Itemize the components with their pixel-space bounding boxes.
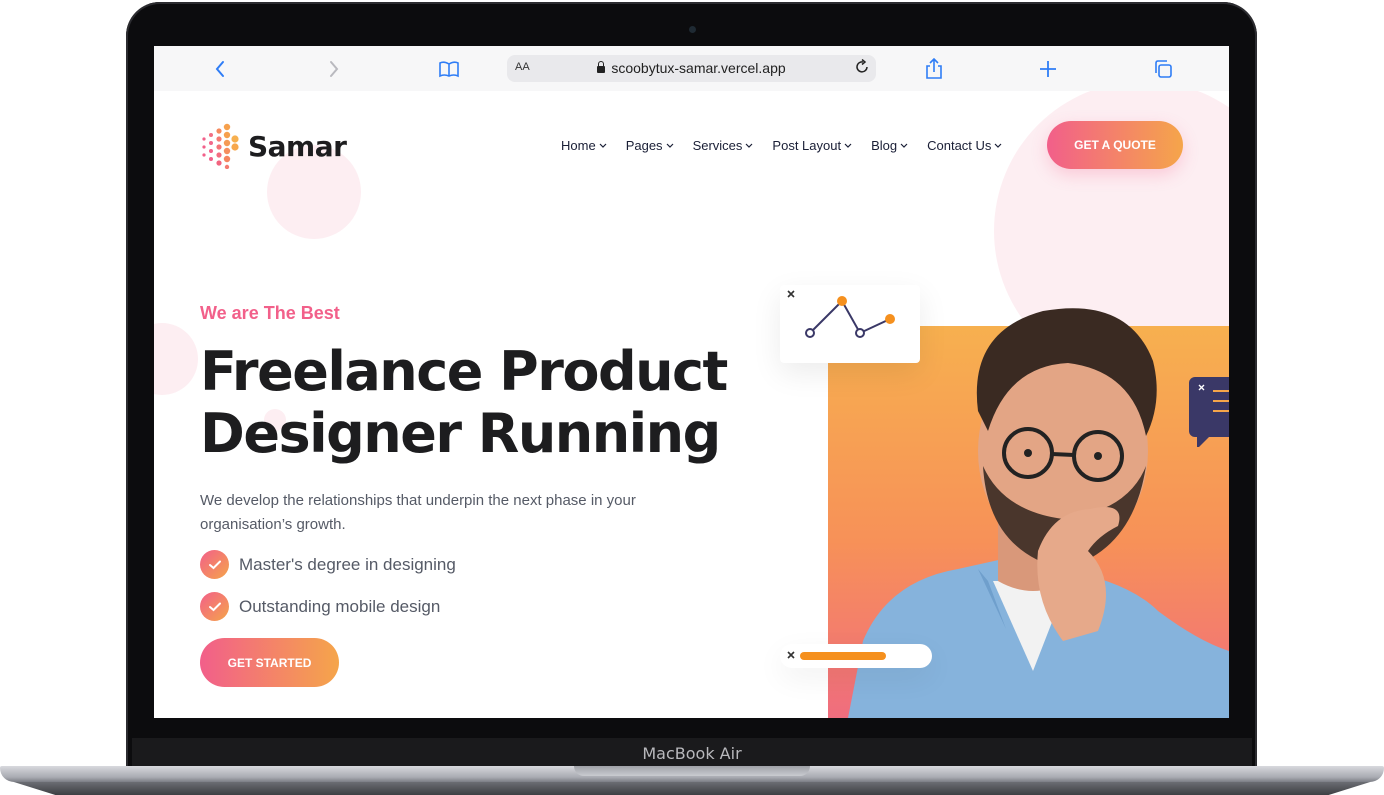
hero-headline-line: Freelance Product [200,340,728,403]
progress-widget [780,644,932,668]
chevron-down-icon [900,143,908,148]
hero-description: We develop the relationships that underp… [200,492,636,533]
share-icon[interactable] [923,58,945,80]
hero-headline: Freelance Product Designer Running [200,340,728,465]
nav-item-contact-us[interactable]: Contact Us [927,138,1002,153]
bookmarks-icon[interactable] [438,58,460,80]
logo-text: Samar [248,129,347,163]
chevron-down-icon [994,143,1002,148]
nav-item-label: Pages [625,138,663,153]
nav-item-services[interactable]: Services [693,138,754,153]
new-tab-icon[interactable] [1037,58,1059,80]
nav-item-label: Contact Us [927,138,992,153]
feature-text: Outstanding mobile design [239,596,441,616]
website-page: Samar Home Pages Services Post Layout Bl… [154,91,1229,718]
get-a-quote-button[interactable]: GET A QUOTE [1047,121,1183,169]
site-logo[interactable]: Samar [200,123,347,169]
feature-text: Master's degree in designing [239,554,456,574]
chevron-down-icon [666,143,673,148]
check-icon [200,550,229,579]
back-icon[interactable] [209,58,231,80]
lock-icon [597,61,606,73]
laptop-base-edge [13,782,1371,795]
nav-item-blog[interactable]: Blog [871,138,908,153]
feature-item: Outstanding mobile design [200,592,440,621]
device-label: MacBook Air [642,744,742,763]
browser-toolbar: AA scoobytux-samar.vercel.app [154,46,1229,92]
feature-item: Master's degree in designing [200,550,456,579]
camera-icon [689,26,696,33]
chevron-down-icon [599,143,607,148]
nav-item-label: Blog [871,138,898,153]
decor-blob [154,323,198,395]
hero-headline-line: Designer Running [200,402,721,465]
message-widget [1189,377,1229,449]
screen: AA scoobytux-samar.vercel.app Samar Home… [154,46,1229,718]
chart-widget [780,285,920,363]
nav-item-label: Home [561,138,596,153]
chevron-down-icon [745,143,753,148]
close-icon [787,290,795,298]
address-bar[interactable]: AA scoobytux-samar.vercel.app [507,55,876,82]
logo-dots-icon [202,123,239,169]
main-nav: Home Pages Services Post Layout Blog Con… [561,138,1021,153]
laptop-chin: MacBook Air [132,738,1252,768]
tabs-overview-icon[interactable] [1152,58,1174,80]
hero-eyebrow: We are The Best [200,303,340,323]
close-icon [787,651,795,659]
nav-item-home[interactable]: Home [561,138,607,153]
chevron-down-icon [844,143,852,148]
forward-icon[interactable] [323,58,345,80]
nav-item-pages[interactable]: Pages [626,138,674,153]
url-text: scoobytux-samar.vercel.app [611,60,786,76]
nav-item-label: Services [692,138,743,153]
nav-item-label: Post Layout [772,138,842,153]
nav-item-post-layout[interactable]: Post Layout [772,138,852,153]
check-icon [200,592,229,621]
reload-icon[interactable] [854,58,870,80]
laptop-notch [574,766,810,776]
get-started-button[interactable]: GET STARTED [200,638,339,687]
